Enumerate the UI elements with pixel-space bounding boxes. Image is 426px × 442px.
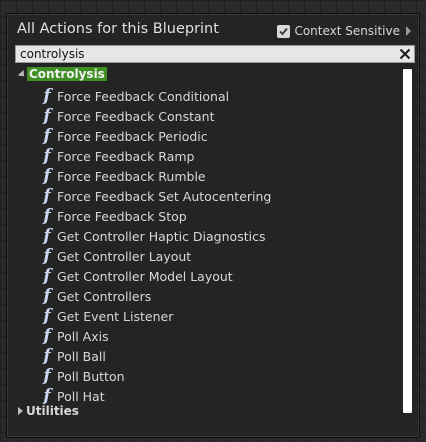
tree-category-utilities[interactable]: Utilities — [15, 401, 403, 421]
close-icon — [399, 48, 411, 60]
tree-item-label: Get Controller Haptic Diagnostics — [57, 228, 266, 244]
tree-item-label: Force Feedback Periodic — [57, 128, 208, 144]
function-icon: f — [43, 126, 51, 146]
clear-search-button[interactable] — [397, 46, 413, 62]
tree-item-label: Force Feedback Conditional — [57, 88, 230, 104]
tree-item-label: Get Controller Layout — [57, 248, 192, 264]
action-tree: Controlysis f Force Feedback Conditional f F… — [15, 66, 403, 422]
tree-item[interactable]: f Get Event Listener — [15, 306, 403, 326]
tree-item-label: Poll Button — [57, 368, 125, 384]
tree-item-label: Poll Ball — [57, 348, 106, 364]
panel-title: All Actions for this Blueprint — [17, 21, 219, 37]
tree-item[interactable]: f Poll Axis — [15, 326, 403, 346]
tree-item[interactable]: f Force Feedback Ramp — [15, 146, 403, 166]
function-icon: f — [43, 306, 51, 326]
search-input[interactable] — [16, 46, 396, 62]
function-icon: f — [43, 86, 51, 106]
tree-item[interactable]: f Get Controller Layout — [15, 246, 403, 266]
function-icon: f — [43, 206, 51, 226]
tree-item[interactable]: f Force Feedback Stop — [15, 206, 403, 226]
tree-item[interactable]: f Force Feedback Set Autocentering — [15, 186, 403, 206]
function-icon: f — [43, 326, 51, 346]
tree-item[interactable]: f Force Feedback Periodic — [15, 126, 403, 146]
tree-item-label: Get Event Listener — [57, 308, 174, 324]
tree-item-label: Get Controller Model Layout — [57, 268, 233, 284]
tree-item[interactable]: f Poll Button — [15, 366, 403, 386]
function-icon: f — [43, 246, 51, 266]
tree-item-label: Force Feedback Stop — [57, 208, 187, 224]
actions-panel: All Actions for this Blueprint Context S… — [6, 13, 420, 438]
checkmark-icon — [279, 27, 289, 35]
expand-arrow-right-icon[interactable] — [18, 407, 23, 415]
category-label: Controlysis — [27, 67, 107, 81]
function-icon: f — [43, 186, 51, 206]
scrollbar-thumb[interactable] — [403, 69, 412, 413]
panel-header: All Actions for this Blueprint Context S… — [7, 14, 419, 46]
tree-item-label: Force Feedback Constant — [57, 108, 215, 124]
context-sensitive-checkbox[interactable] — [277, 24, 291, 38]
function-icon: f — [43, 226, 51, 246]
function-icon: f — [43, 166, 51, 186]
function-icon: f — [43, 366, 51, 386]
tree-item-label: Force Feedback Rumble — [57, 168, 206, 184]
tree-item[interactable]: f Get Controller Model Layout — [15, 266, 403, 286]
tree-category-controlysis[interactable]: Controlysis — [15, 66, 403, 84]
arrow-right-icon[interactable] — [406, 26, 411, 36]
category-label: Utilities — [26, 404, 79, 418]
tree-item-label: Get Controllers — [57, 288, 152, 304]
tree-item-label: Force Feedback Ramp — [57, 148, 195, 164]
tree-item[interactable]: f Force Feedback Rumble — [15, 166, 403, 186]
function-icon: f — [43, 286, 51, 306]
context-sensitive-toggle[interactable]: Context Sensitive — [277, 24, 411, 38]
tree-item-label: Poll Axis — [57, 328, 109, 344]
expand-arrow-down-icon[interactable] — [17, 69, 28, 79]
function-icon: f — [43, 346, 51, 366]
function-icon: f — [43, 146, 51, 166]
tree-item[interactable]: f Poll Ball — [15, 346, 403, 366]
tree-item[interactable]: f Get Controller Haptic Diagnostics — [15, 226, 403, 246]
tree-item[interactable]: f Force Feedback Constant — [15, 106, 403, 126]
tree-item[interactable]: f Force Feedback Conditional — [15, 86, 403, 106]
function-icon: f — [43, 106, 51, 126]
tree-item-label: Force Feedback Set Autocentering — [57, 188, 272, 204]
tree-item[interactable]: f Get Controllers — [15, 286, 403, 306]
search-box[interactable] — [15, 45, 415, 63]
context-sensitive-label: Context Sensitive — [294, 24, 400, 38]
function-icon: f — [43, 266, 51, 286]
